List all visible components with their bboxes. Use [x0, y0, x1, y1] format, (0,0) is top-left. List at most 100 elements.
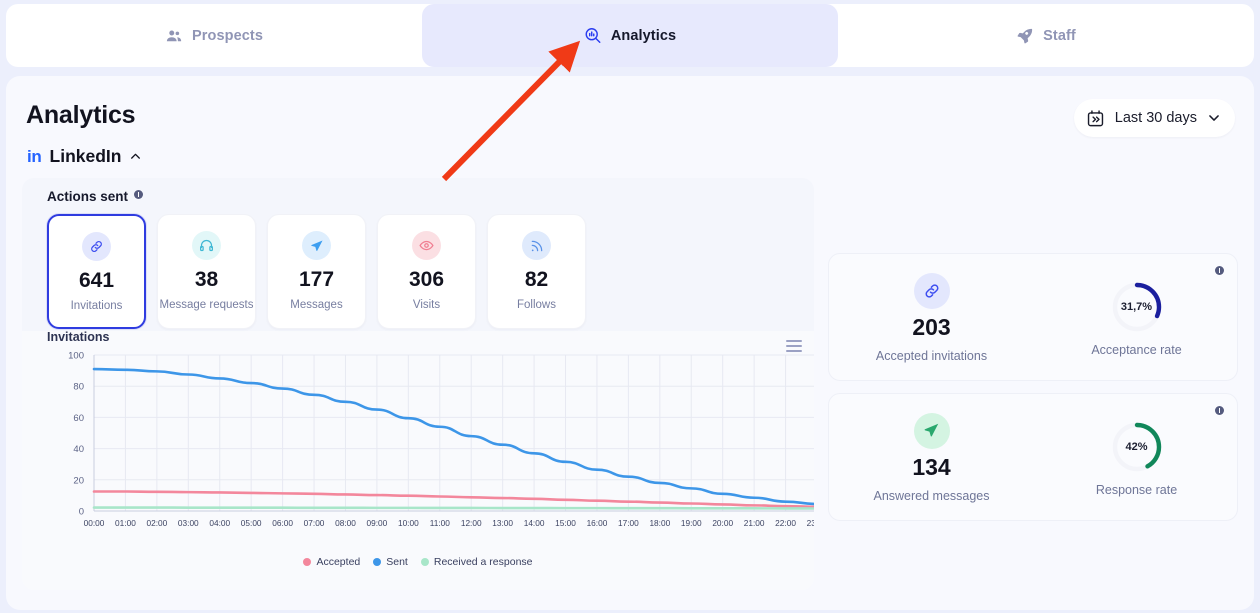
tab-prospects[interactable]: Prospects [6, 4, 422, 67]
people-icon [165, 27, 183, 45]
chart-series-line [92, 490, 814, 509]
x-axis-tick: 00:00 [84, 518, 105, 528]
headset-icon [199, 239, 213, 252]
x-axis-tick: 20:00 [712, 518, 733, 528]
paper-plane-icon [310, 239, 323, 251]
actions-sent-section: Actions sent 641 Invitations 38 Message … [22, 178, 814, 331]
x-axis-tick: 16:00 [587, 518, 608, 528]
x-axis-tick: 10:00 [398, 518, 419, 528]
paper-plane-icon-badge [913, 412, 950, 449]
kpi-value-block: 134 Answered messages [829, 394, 1034, 522]
page-title: Analytics [26, 101, 136, 129]
chart-series-line [92, 506, 814, 510]
y-axis-tick: 0 [79, 507, 84, 518]
chevron-up-icon [131, 153, 141, 159]
kpi-value: 203 [912, 313, 951, 340]
chart-series-line [92, 367, 814, 506]
link-icon [925, 284, 938, 298]
x-axis-tick: 21:00 [744, 518, 765, 528]
metric-label: Follows [517, 299, 556, 311]
legend-color-dot [373, 558, 382, 566]
metric-card-invitations[interactable]: 641 Invitations [47, 214, 146, 329]
y-axis-tick: 60 [73, 413, 84, 424]
kpi-label: Accepted invitations [875, 349, 988, 364]
actions-and-chart-card: Actions sent 641 Invitations 38 Message … [22, 178, 814, 590]
kpi-label: Answered messages [873, 489, 990, 504]
kpi-ring-block: 31,7% Acceptance rate [1034, 254, 1239, 382]
y-axis-tick: 100 [68, 351, 84, 362]
metric-value: 177 [298, 268, 335, 291]
tab-staff[interactable]: Staff [838, 4, 1254, 67]
metric-card-follows[interactable]: 82 Follows [487, 214, 586, 329]
legend-label: Sent [386, 556, 408, 568]
kpi-value-block: 203 Accepted invitations [829, 254, 1034, 382]
kpi-value: 134 [912, 453, 951, 480]
y-axis-tick: 80 [73, 382, 84, 393]
x-axis-tick: 18:00 [649, 518, 670, 528]
analytics-panel: Analytics Last 30 days in LinkedIn Actio… [6, 76, 1254, 610]
actions-sent-label: Actions sent [47, 189, 129, 204]
kpi-ring-block: 42% Response rate [1034, 394, 1239, 522]
x-axis-tick: 22:00 [775, 518, 796, 528]
eye-icon-badge [412, 231, 441, 260]
metric-value: 641 [78, 269, 115, 292]
response-rate-value: 42% [1125, 440, 1148, 453]
response-rate-donut: 42% [1110, 420, 1164, 474]
y-axis-tick: 20 [73, 475, 84, 486]
x-axis-tick: 23:00 [807, 518, 814, 528]
y-axis-tick: 40 [73, 444, 84, 455]
calendar-forward-icon [1087, 109, 1103, 126]
metric-card-list: 641 Invitations 38 Message requests 177 … [47, 214, 586, 329]
tab-label: Analytics [610, 27, 677, 44]
x-axis-tick: 09:00 [367, 518, 388, 528]
analytics-app: Prospects Analytics Staff Analytics Last… [0, 0, 1260, 613]
headset-icon-badge [192, 231, 221, 260]
chart-title: Invitations [47, 330, 110, 344]
legend-item[interactable]: Received a response [420, 556, 533, 568]
paper-plane-icon-badge [302, 231, 331, 260]
x-axis-tick: 06:00 [272, 518, 293, 528]
date-range-label: Last 30 days [1114, 110, 1197, 126]
metric-card-message-requests[interactable]: 38 Message requests [157, 214, 256, 329]
eye-icon [419, 240, 434, 251]
chevron-down-icon [1209, 115, 1219, 121]
kpi-card-accepted-invitations: 203 Accepted invitations 31,7% Acceptanc… [828, 253, 1238, 381]
x-axis-tick: 13:00 [492, 518, 513, 528]
metric-card-visits[interactable]: 306 Visits [377, 214, 476, 329]
date-range-selector[interactable]: Last 30 days [1073, 99, 1235, 137]
metric-label: Message requests [159, 299, 254, 311]
x-axis-tick: 01:00 [115, 518, 136, 528]
kpi-ring-label: Response rate [1095, 482, 1178, 497]
invitations-chart: Invitations 0 20 40 60 80 100 00:00 01:00 02:00 0… [22, 330, 814, 590]
metric-card-messages[interactable]: 177 Messages [267, 214, 366, 329]
x-axis-tick: 07:00 [304, 518, 325, 528]
x-axis-tick: 04:00 [209, 518, 230, 528]
x-axis-tick: 03:00 [178, 518, 199, 528]
acceptance-rate-value: 31,7% [1120, 300, 1153, 313]
actions-sent-title: Actions sent [47, 189, 144, 204]
link-icon-badge [82, 232, 111, 261]
metric-value: 306 [408, 268, 445, 291]
legend-label: Received a response [433, 556, 533, 568]
tab-label: Prospects [191, 27, 263, 44]
network-selector-linkedin[interactable]: in LinkedIn [27, 146, 142, 167]
link-icon-badge [913, 272, 950, 309]
metric-label: Messages [290, 299, 343, 311]
x-axis-tick: 17:00 [618, 518, 639, 528]
legend-item[interactable]: Sent [373, 556, 408, 568]
legend-item[interactable]: Accepted [303, 556, 360, 568]
tab-analytics[interactable]: Analytics [422, 4, 838, 67]
tab-label: Staff [1043, 27, 1076, 44]
info-icon[interactable] [134, 190, 144, 199]
analytics-search-icon [584, 27, 602, 45]
legend-color-dot [303, 558, 312, 566]
metric-value: 38 [194, 268, 219, 291]
x-axis-tick: 02:00 [146, 518, 167, 528]
acceptance-rate-donut: 31,7% [1110, 280, 1164, 334]
metric-label: Visits [412, 299, 441, 311]
metric-value: 82 [524, 268, 549, 291]
rocket-icon [1016, 27, 1034, 45]
kpi-ring-label: Acceptance rate [1091, 342, 1182, 357]
metric-label: Invitations [70, 300, 123, 312]
rss-icon [531, 240, 542, 251]
